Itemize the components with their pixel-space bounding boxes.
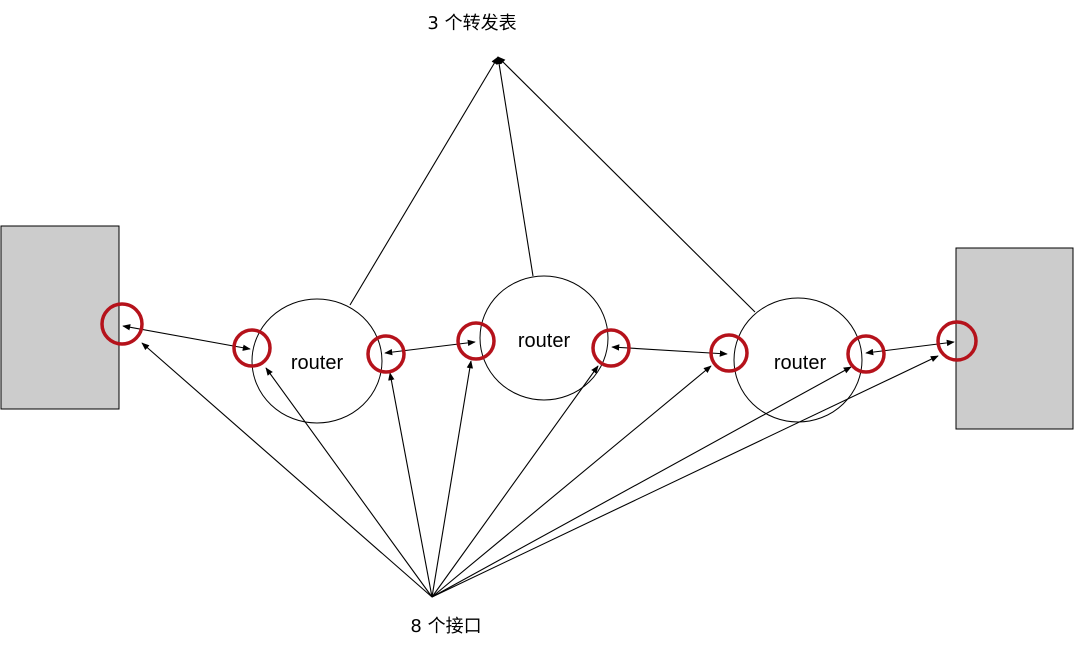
forwarding-tables-label: 3 个转发表 [427,13,516,34]
pointer-iface-5 [431,365,599,598]
edge-router1-to-tables [349,56,499,306]
right-host [955,247,1074,430]
network-diagram: router router router 3 个转发表 8 个接口 [0,13,1074,637]
pointer-iface-3 [388,372,433,598]
router-2-label: router [518,330,571,352]
pointer-iface-6 [431,365,712,598]
pointer-iface-8 [431,355,939,598]
router-1-label: router [291,352,344,374]
router-3-label: router [774,352,827,374]
pointer-iface-7 [431,366,852,598]
pointer-iface-4 [431,360,473,598]
edge-router2-to-tables [495,56,534,277]
edge-router3-to-tables [497,56,756,313]
interfaces-label: 8 个接口 [410,616,481,637]
